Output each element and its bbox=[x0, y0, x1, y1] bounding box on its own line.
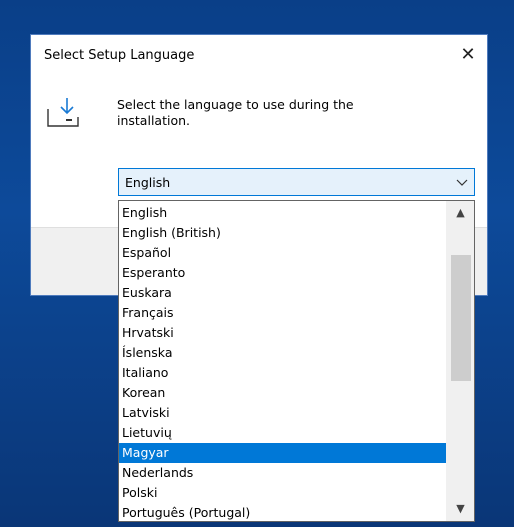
list-item[interactable]: English (British) bbox=[119, 223, 448, 243]
list-item[interactable]: Euskara bbox=[119, 283, 448, 303]
list-item[interactable]: Korean bbox=[119, 383, 448, 403]
list-item[interactable]: Polski bbox=[119, 483, 448, 503]
scroll-down-arrow-icon[interactable]: ▼ bbox=[447, 499, 474, 519]
list-item-selected[interactable]: Magyar bbox=[119, 443, 448, 463]
scroll-up-arrow-icon[interactable]: ▲ bbox=[447, 203, 474, 223]
vertical-scrollbar[interactable]: ▲ ▼ bbox=[446, 201, 474, 521]
list-item[interactable]: Français bbox=[119, 303, 448, 323]
list-item[interactable]: Italiano bbox=[119, 363, 448, 383]
title-bar: Select Setup Language ✕ bbox=[31, 35, 487, 77]
list-item[interactable]: English bbox=[119, 203, 448, 223]
list-item[interactable]: Esperanto bbox=[119, 263, 448, 283]
language-dropdown[interactable]: English bbox=[118, 168, 475, 196]
instruction-text: Select the language to use during the in… bbox=[117, 97, 354, 128]
close-icon[interactable]: ✕ bbox=[457, 44, 479, 66]
list-item[interactable]: Português (Portugal) bbox=[119, 503, 448, 521]
list-item[interactable]: Lietuvių bbox=[119, 423, 448, 443]
language-dropdown-value: English bbox=[125, 175, 171, 190]
language-list-items: English English (British) Español Espera… bbox=[119, 203, 448, 521]
list-item[interactable]: Íslenska bbox=[119, 343, 448, 363]
language-listbox[interactable]: English English (British) Español Espera… bbox=[118, 200, 475, 522]
list-item[interactable]: Latviski bbox=[119, 403, 448, 423]
dialog-title: Select Setup Language bbox=[44, 48, 195, 63]
scrollbar-thumb[interactable] bbox=[451, 255, 471, 381]
chevron-down-icon bbox=[456, 179, 468, 186]
list-item[interactable]: Español bbox=[119, 243, 448, 263]
install-download-icon bbox=[47, 98, 79, 127]
list-item[interactable]: Hrvatski bbox=[119, 323, 448, 343]
list-item[interactable]: Nederlands bbox=[119, 463, 448, 483]
